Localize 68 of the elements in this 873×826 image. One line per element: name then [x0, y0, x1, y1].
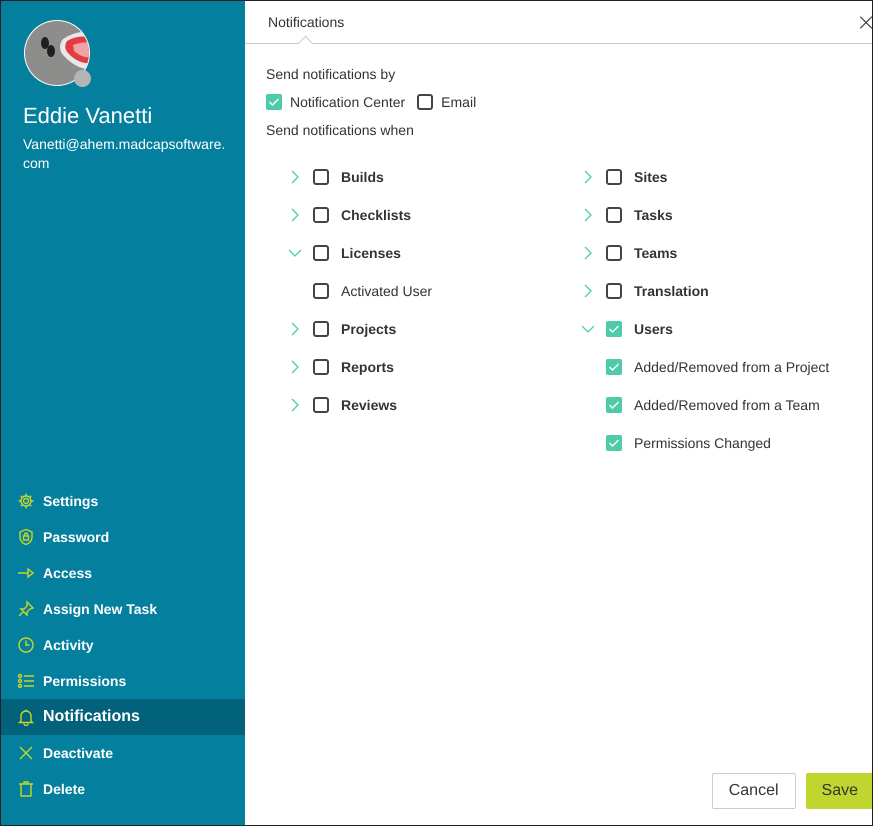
clock-icon: [17, 636, 35, 654]
category-label: Reviews: [341, 397, 398, 413]
checkbox[interactable]: [606, 283, 622, 299]
checkbox[interactable]: [313, 359, 329, 375]
checkbox[interactable]: [313, 321, 329, 337]
menu-item[interactable]: Deactivate: [1, 735, 245, 771]
category-label: Reports: [341, 359, 394, 375]
checkbox[interactable]: [313, 283, 329, 299]
category-label: Projects: [341, 321, 396, 337]
dialog-title: Notifications: [268, 14, 344, 30]
menu-item[interactable]: Access: [1, 555, 245, 591]
category-label: Tasks: [634, 207, 673, 223]
category-label: Teams: [634, 245, 678, 261]
user-email: Vanetti@ahem.madcapsoftware.com: [23, 135, 226, 173]
category-label: Checklists: [341, 207, 412, 223]
menu-label: Permissions: [43, 673, 126, 689]
menu-label: Access: [43, 565, 92, 581]
menu-item[interactable]: Permissions: [1, 663, 245, 699]
close-icon: [17, 744, 35, 762]
checkbox[interactable]: [313, 245, 329, 261]
trash-icon: [17, 780, 35, 798]
bell-icon: [17, 708, 35, 726]
section-label: Send notifications when: [266, 122, 415, 138]
event-label: Permissions Changed: [634, 435, 771, 451]
option-label: Notification Center: [290, 94, 406, 110]
checkbox[interactable]: [606, 245, 622, 261]
user-name: Eddie Vanetti: [23, 103, 154, 129]
pin-icon: [17, 600, 35, 618]
save-button[interactable]: Save: [806, 773, 872, 809]
event-label: Added/Removed from a Project: [634, 359, 830, 375]
checkbox[interactable]: [606, 321, 622, 337]
checkbox[interactable]: [606, 207, 622, 223]
close-button[interactable]: ×: [854, 9, 872, 35]
cancel-button[interactable]: Cancel: [712, 773, 796, 809]
menu-item[interactable]: Delete: [1, 771, 245, 807]
menu-item[interactable]: Settings: [1, 483, 245, 519]
shield-lock-icon: [17, 528, 35, 546]
event-label: Added/Removed from a Team: [634, 397, 820, 413]
menu-item[interactable]: Activity: [1, 627, 245, 663]
menu-label: Delete: [43, 781, 86, 797]
checkbox[interactable]: [313, 397, 329, 413]
category-label: Licenses: [341, 245, 401, 261]
menu-label: Assign New Task: [43, 601, 158, 617]
checkbox[interactable]: [417, 94, 434, 110]
checkbox[interactable]: [606, 359, 622, 375]
menu-item[interactable]: Password: [1, 519, 245, 555]
checkbox[interactable]: [606, 435, 622, 451]
category-label: Users: [634, 321, 673, 337]
menu-label: Settings: [43, 493, 98, 509]
list-icon: [17, 672, 35, 690]
category-label: Builds: [341, 169, 384, 185]
menu-item[interactable]: Notifications: [1, 699, 245, 735]
menu-label: Deactivate: [43, 745, 114, 761]
option-label: Email: [441, 94, 476, 110]
category-label: Sites: [634, 169, 668, 185]
gear-icon: [17, 492, 35, 510]
menu-label: Activity: [43, 637, 94, 653]
checkbox[interactable]: [606, 397, 622, 413]
category-label: Translation: [634, 283, 709, 299]
section-label: Send notifications by: [266, 66, 396, 82]
checkbox[interactable]: [313, 169, 329, 185]
menu-label: Notifications: [43, 708, 140, 726]
checkbox[interactable]: [313, 207, 329, 223]
menu-item[interactable]: Assign New Task: [1, 591, 245, 627]
checkbox[interactable]: [606, 169, 622, 185]
menu-label: Password: [43, 529, 110, 545]
event-label: Activated User: [341, 283, 432, 299]
checkbox[interactable]: [266, 94, 282, 110]
